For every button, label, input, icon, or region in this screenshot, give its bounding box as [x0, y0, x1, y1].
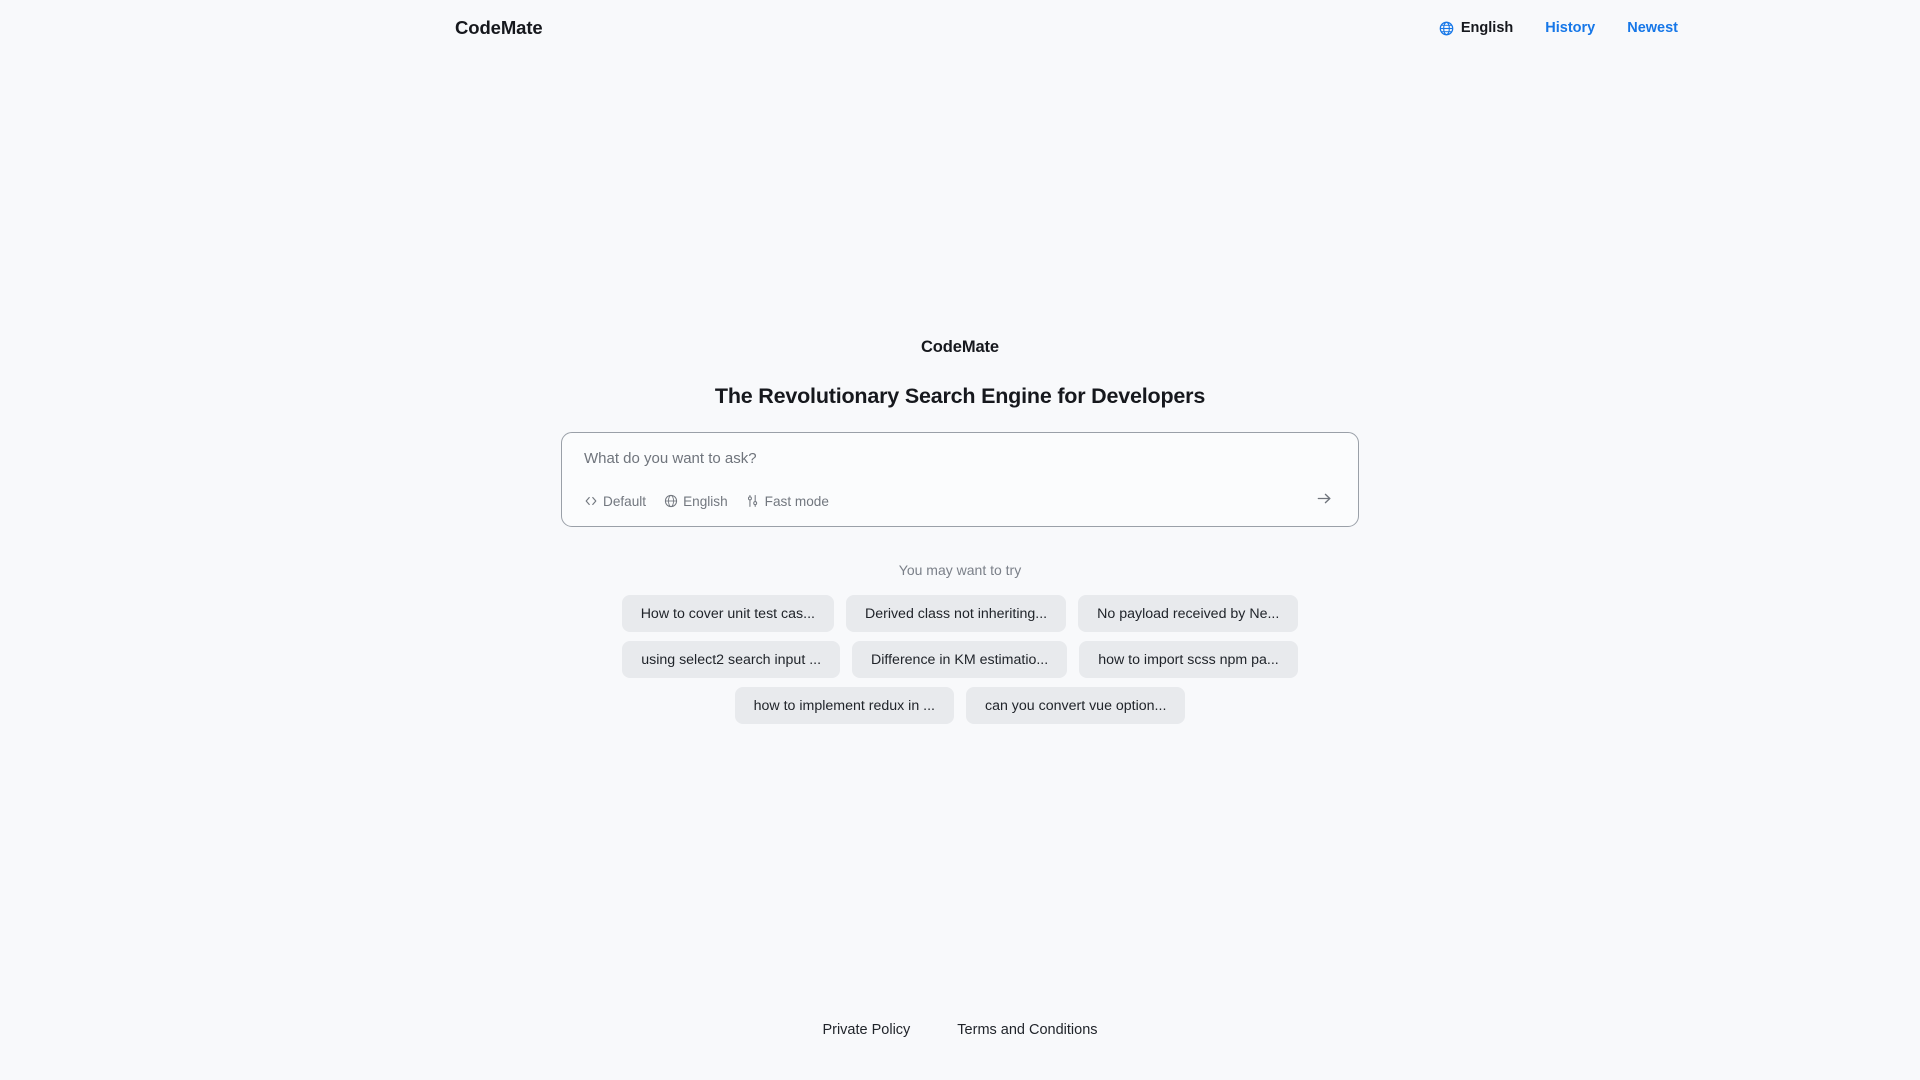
sliders-icon	[746, 494, 760, 508]
suggestion-chip[interactable]: how to import scss npm pa...	[1079, 641, 1298, 678]
search-tool-group: Default English Fast mode	[584, 494, 829, 509]
footer-link-terms[interactable]: Terms and Conditions	[957, 1022, 1097, 1038]
page-title: The Revolutionary Search Engine for Deve…	[714, 384, 1206, 408]
search-input[interactable]	[584, 450, 1336, 467]
search-input-row	[584, 450, 1336, 467]
code-brackets-icon	[584, 494, 598, 508]
chip-row: How to cover unit test cas... Derived cl…	[621, 595, 1299, 632]
arrow-right-icon	[1316, 490, 1333, 512]
hero-brand: CodeMate	[920, 338, 1000, 356]
tool-default[interactable]: Default	[584, 494, 646, 509]
language-selector[interactable]: English	[1439, 20, 1513, 36]
chip-row: how to implement redux in ... can you co…	[734, 687, 1186, 724]
suggestion-chip[interactable]: How to cover unit test cas...	[621, 595, 834, 632]
site-footer: Private Policy Terms and Conditions	[0, 980, 1920, 1080]
tool-default-label: Default	[603, 493, 647, 509]
header-nav: English History Newest	[1439, 20, 1920, 36]
tool-language[interactable]: English	[664, 494, 728, 509]
hero-section: CodeMate The Revolutionary Search Engine…	[0, 338, 1920, 724]
suggestions-label: You may want to try	[898, 562, 1022, 578]
tool-fast-mode-label: Fast mode	[764, 493, 829, 509]
search-toolbar: Default English Fast mode	[584, 489, 1336, 513]
search-submit-button[interactable]	[1312, 489, 1336, 513]
suggestion-chips: How to cover unit test cas... Derived cl…	[621, 595, 1299, 724]
brand-logo[interactable]: CodeMate	[455, 17, 543, 39]
suggestion-chip[interactable]: Derived class not inheriting...	[845, 595, 1067, 632]
nav-link-history[interactable]: History	[1545, 20, 1595, 36]
main-content: CodeMate The Revolutionary Search Engine…	[0, 0, 1920, 1080]
tool-fast-mode[interactable]: Fast mode	[746, 494, 829, 509]
suggestion-chip[interactable]: No payload received by Ne...	[1078, 595, 1299, 632]
suggestion-chip[interactable]: can you convert vue option...	[965, 687, 1186, 724]
tool-language-label: English	[683, 493, 728, 509]
chip-row: using select2 search input ... Differenc…	[622, 641, 1298, 678]
search-box[interactable]: Default English	[561, 432, 1359, 527]
suggestion-chip[interactable]: using select2 search input ...	[622, 641, 841, 678]
suggestion-chip[interactable]: Difference in KM estimatio...	[852, 641, 1068, 678]
language-label: English	[1460, 20, 1514, 36]
suggestion-chip[interactable]: how to implement redux in ...	[734, 687, 954, 724]
globe-icon	[1439, 21, 1454, 36]
footer-link-private-policy[interactable]: Private Policy	[822, 1022, 910, 1038]
site-header: CodeMate English History Newest	[0, 0, 1920, 56]
nav-link-newest[interactable]: Newest	[1627, 20, 1678, 36]
globe-icon	[664, 494, 678, 508]
